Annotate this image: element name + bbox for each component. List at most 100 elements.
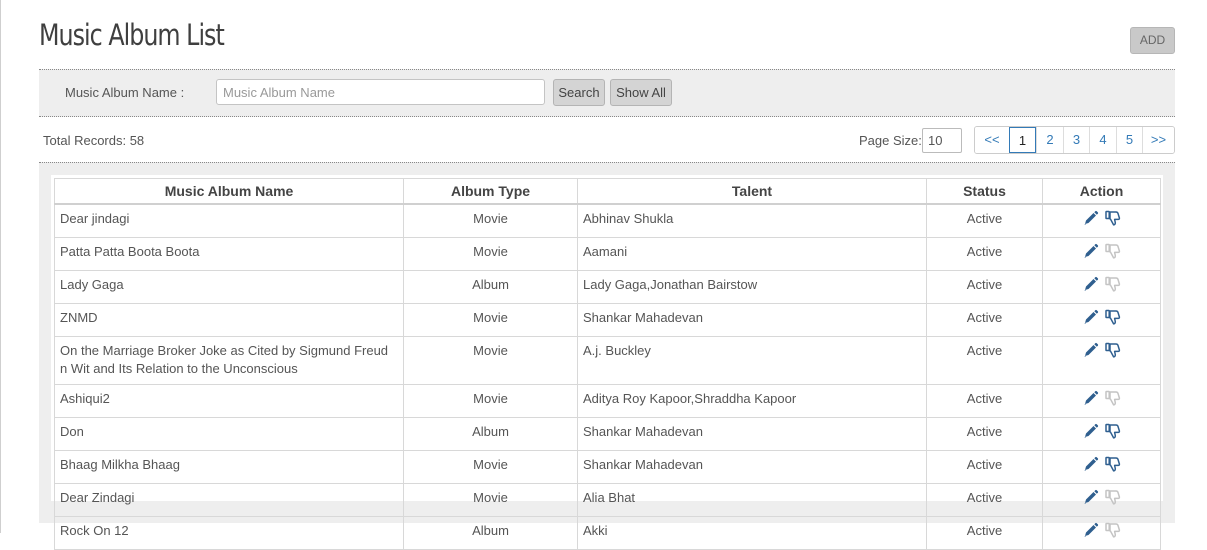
cell-album-name: Dear jindagi [54, 203, 404, 238]
search-input[interactable] [216, 79, 545, 105]
cell-album-name: Dear Zindagi [54, 483, 404, 517]
column-header-talent[interactable]: Talent [577, 178, 927, 205]
page-link[interactable]: 4 [1089, 127, 1116, 153]
table-row: Patta Patta Boota Boota Movie Aamani Active [54, 237, 1161, 271]
cell-action [1042, 417, 1161, 451]
thumbs-down-icon[interactable] [1104, 309, 1121, 330]
total-records: Total Records: 58 [43, 133, 145, 148]
pencil-icon[interactable] [1083, 456, 1099, 477]
cell-talent: Alia Bhat [577, 483, 927, 517]
cell-album-name: Ashiqui2 [54, 384, 404, 418]
cell-action [1042, 270, 1161, 304]
cell-action [1042, 450, 1161, 484]
page-link[interactable]: 2 [1036, 127, 1063, 153]
cell-talent: Abhinav Shukla [577, 203, 927, 238]
cell-action [1042, 203, 1161, 238]
column-header-type[interactable]: Album Type [403, 178, 578, 205]
cell-album-name: Rock On 12 [54, 516, 404, 550]
cell-album-name: Lady Gaga [54, 270, 404, 304]
page-link[interactable]: >> [1142, 127, 1174, 153]
search-button[interactable]: Search [553, 79, 605, 106]
cell-album-name: Bhaag Milkha Bhaag [54, 450, 404, 484]
page-size-label: Page Size: [859, 133, 922, 148]
pencil-icon[interactable] [1083, 243, 1099, 264]
table-row: Ashiqui2 Movie Aditya Roy Kapoor,Shraddha … [54, 384, 1161, 418]
page-link[interactable]: 1 [1009, 127, 1036, 153]
cell-action [1042, 336, 1161, 385]
table-row: Dear jindagi Movie Abhinav Shukla Active [54, 203, 1161, 238]
cell-album-type: Album [403, 270, 578, 304]
cell-talent: Shankar Mahadevan [577, 417, 927, 451]
page-left-border [0, 0, 1, 533]
cell-album-name: Patta Patta Boota Boota [54, 237, 404, 271]
thumbs-down-icon[interactable] [1104, 342, 1121, 363]
cell-action [1042, 237, 1161, 271]
pencil-icon[interactable] [1083, 423, 1099, 444]
cell-status: Active [926, 384, 1043, 418]
cell-album-type: Movie [403, 303, 578, 337]
cell-album-type: Movie [403, 450, 578, 484]
column-header-name[interactable]: Music Album Name [54, 178, 404, 205]
table-row: Lady Gaga Album Lady Gaga,Jonathan Bairsto… [54, 270, 1161, 304]
table-row: Bhaag Milkha Bhaag Movie Shankar Mahadevan… [54, 450, 1161, 484]
pagination: << 1 2 3 4 5 >> [974, 126, 1175, 154]
pencil-icon[interactable] [1083, 342, 1099, 363]
table-header-row: Music Album Name Album Type Talent Statu… [54, 178, 1161, 205]
pencil-icon[interactable] [1083, 210, 1099, 231]
cell-album-name: ZNMD [54, 303, 404, 337]
thumbs-down-icon[interactable] [1104, 210, 1121, 231]
table-body: Dear jindagi Movie Abhinav Shukla Active Pat… [54, 203, 1161, 550]
show-all-button[interactable]: Show All [610, 79, 672, 106]
cell-status: Active [926, 303, 1043, 337]
cell-album-type: Movie [403, 237, 578, 271]
cell-album-name: Don [54, 417, 404, 451]
thumbs-down-icon[interactable] [1104, 243, 1121, 264]
cell-album-type: Album [403, 516, 578, 550]
column-header-action: Action [1042, 178, 1161, 205]
add-button[interactable]: ADD [1130, 27, 1175, 54]
cell-status: Active [926, 270, 1043, 304]
cell-album-type: Movie [403, 483, 578, 517]
page-link[interactable]: << [975, 127, 1009, 153]
cell-talent: Shankar Mahadevan [577, 450, 927, 484]
pencil-icon[interactable] [1083, 390, 1099, 411]
cell-talent: Aamani [577, 237, 927, 271]
page-link[interactable]: 3 [1063, 127, 1089, 153]
search-bar: Music Album Name : Search Show All [39, 69, 1175, 117]
thumbs-down-icon[interactable] [1104, 456, 1121, 477]
list-panel: Music Album Name Album Type Talent Statu… [39, 162, 1175, 550]
pencil-icon[interactable] [1083, 276, 1099, 297]
table-row: Don Album Shankar Mahadevan Active [54, 417, 1161, 451]
thumbs-down-icon[interactable] [1104, 390, 1121, 411]
album-table: Music Album Name Album Type Talent Statu… [54, 178, 1161, 550]
page-title: Music Album List [39, 18, 225, 52]
cell-album-type: Movie [403, 384, 578, 418]
table-row: Rock On 12 Album Akki Active [54, 516, 1161, 550]
search-label: Music Album Name : [65, 85, 185, 100]
cell-action [1042, 483, 1161, 517]
thumbs-down-icon[interactable] [1104, 276, 1121, 297]
pencil-icon[interactable] [1083, 489, 1099, 510]
cell-album-type: Movie [403, 203, 578, 238]
column-header-status[interactable]: Status [926, 178, 1043, 205]
page-link[interactable]: 5 [1116, 127, 1142, 153]
pencil-icon[interactable] [1083, 309, 1099, 330]
cell-action [1042, 516, 1161, 550]
cell-talent: Aditya Roy Kapoor,Shraddha Kapoor [577, 384, 927, 418]
cell-album-type: Album [403, 417, 578, 451]
cell-status: Active [926, 237, 1043, 271]
table-container: Music Album Name Album Type Talent Statu… [51, 175, 1163, 550]
thumbs-down-icon[interactable] [1104, 489, 1121, 510]
cell-status: Active [926, 336, 1043, 385]
cell-status: Active [926, 450, 1043, 484]
cell-talent: Shankar Mahadevan [577, 303, 927, 337]
table-row: ZNMD Movie Shankar Mahadevan Active [54, 303, 1161, 337]
cell-status: Active [926, 417, 1043, 451]
cell-talent: A.j. Buckley [577, 336, 927, 385]
cell-status: Active [926, 483, 1043, 517]
table-row: On the Marriage Broker Joke as Cited by … [54, 336, 1161, 385]
thumbs-down-icon[interactable] [1104, 423, 1121, 444]
cell-action [1042, 303, 1161, 337]
page-size-input[interactable] [922, 128, 962, 153]
cell-status: Active [926, 516, 1043, 550]
